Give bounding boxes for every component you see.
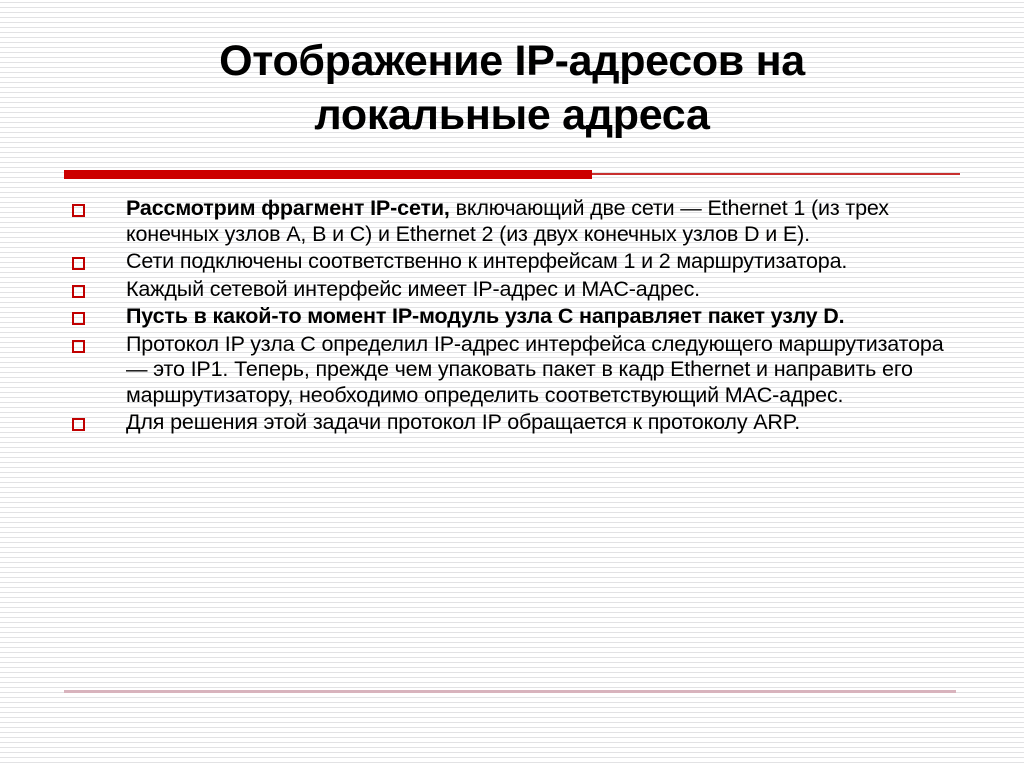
list-item-text: Протокол IP узла C определил IP-адрес ин…: [126, 331, 944, 407]
list-item: Протокол IP узла C определил IP-адрес ин…: [64, 332, 964, 409]
list-item: Рассмотрим фрагмент IP-сети, включающий …: [64, 196, 964, 247]
title-divider: [64, 170, 960, 180]
square-bullet-icon: [72, 339, 85, 353]
list-item-text: Каждый сетевой интерфейс имеет IP-адрес …: [126, 276, 700, 301]
list-item-text: Для решения этой задачи протокол IP обра…: [126, 410, 801, 434]
footer-divider: [64, 690, 956, 693]
title-line-2: локальные адреса: [314, 91, 710, 139]
slide: Отображение IP-адресов на локальные адре…: [0, 0, 1024, 767]
list-item-text: Сети подключены соответственно к интерфе…: [126, 249, 848, 273]
square-bullet-icon: [72, 284, 85, 298]
square-bullet-icon: [72, 204, 85, 217]
list-item: Для решения этой задачи протокол IP обра…: [64, 410, 964, 436]
square-bullet-icon: [72, 418, 85, 431]
list-item: Пусть в какой-то момент IP-модуль узла C…: [64, 304, 964, 330]
list-item-lead: Рассмотрим фрагмент IP-сети,: [126, 196, 450, 220]
list-item: Каждый сетевой интерфейс имеет IP-адрес …: [64, 277, 964, 303]
square-bullet-icon: [72, 312, 85, 325]
square-bullet-icon: [72, 257, 85, 270]
title-line-1: Отображение IP-адресов на: [219, 37, 805, 85]
bullet-list: Рассмотрим фрагмент IP-сети, включающий …: [64, 196, 964, 438]
list-item: Сети подключены соответственно к интерфе…: [64, 249, 964, 275]
list-item-text: Пусть в какой-то момент IP-модуль узла C…: [126, 304, 845, 328]
title-divider-accent-bar: [64, 170, 592, 179]
page-title: Отображение IP-адресов на локальные адре…: [62, 34, 962, 142]
list-item-text: Рассмотрим фрагмент IP-сети, включающий …: [126, 196, 964, 247]
